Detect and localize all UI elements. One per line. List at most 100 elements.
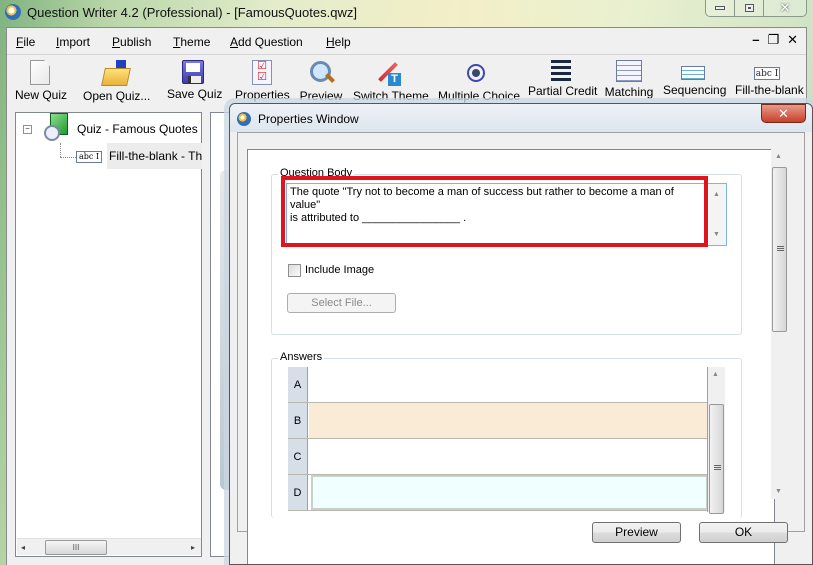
answers-legend: Answers	[278, 351, 325, 363]
tree-item-quiz[interactable]: Quiz - Famous Quotes	[77, 122, 198, 136]
scroll-thumb[interactable]	[709, 404, 724, 514]
question-body-scrollbar[interactable]: ▲ ▼	[709, 184, 726, 245]
minimize-icon	[715, 6, 725, 10]
toolbar-label: Save Quiz	[167, 87, 223, 101]
quiz-icon	[44, 113, 70, 143]
toolbar-label: Open Quiz...	[83, 89, 151, 103]
toolbar-label: Properties	[235, 88, 290, 102]
toolbar-label: Sequencing	[663, 83, 727, 97]
scroll-right-icon[interactable]: ▸	[191, 543, 195, 552]
multiple-choice-button[interactable]: Multiple Choice	[438, 60, 521, 104]
tree-horizontal-scrollbar[interactable]: ◂ III ▸	[17, 538, 201, 555]
toolbar-label: Multiple Choice	[438, 89, 521, 103]
magic-wand-icon	[375, 60, 401, 86]
tree-item-question[interactable]: Fill-the-blank - The quote	[107, 143, 202, 169]
dialog-app-icon	[237, 112, 251, 126]
save-quiz-button[interactable]: Save Quiz	[167, 60, 223, 104]
menu-label: ile	[23, 35, 36, 49]
text-field-icon: abc I	[754, 67, 780, 80]
magnifier-icon	[308, 60, 334, 86]
scroll-down-icon[interactable]: ▼	[713, 228, 720, 241]
toolbar: New Quiz Open Quiz... Save Quiz ☑ ☑ Proper…	[7, 56, 806, 104]
mdi-close-button[interactable]: ✕	[787, 32, 798, 48]
toolbar-label: Preview	[299, 89, 343, 103]
answer-cell[interactable]	[309, 439, 707, 474]
window-controls: ✕	[705, 0, 807, 17]
window-title: Question Writer 4.2 (Professional) - [Fa…	[27, 5, 357, 20]
scroll-up-icon[interactable]: ▲	[712, 371, 719, 378]
minimize-button[interactable]	[706, 0, 735, 16]
fill-the-blank-icon: abc I	[76, 151, 102, 163]
matching-button[interactable]: Matching	[604, 60, 654, 104]
properties-button[interactable]: ☑ ☑ Properties	[235, 60, 290, 104]
answer-key: C	[288, 439, 308, 474]
answer-cell[interactable]	[311, 475, 707, 510]
menu-publish[interactable]: Publish	[112, 35, 151, 49]
sequencing-button[interactable]: Sequencing	[663, 60, 727, 104]
new-quiz-button[interactable]: New Quiz	[15, 60, 68, 104]
scroll-thumb[interactable]: III	[45, 540, 107, 555]
toolbar-label: New Quiz	[15, 88, 68, 102]
scroll-left-icon[interactable]: ◂	[21, 543, 25, 552]
answer-row: D	[288, 475, 707, 511]
switch-theme-button[interactable]: Switch Theme	[353, 60, 429, 104]
menu-add-question[interactable]: Add Question	[230, 35, 303, 49]
partial-credit-button[interactable]: Partial Credit	[528, 60, 597, 104]
toolbar-label: Matching	[604, 85, 654, 99]
menu-theme[interactable]: Theme	[173, 35, 210, 49]
menu-bar: File Import Publish Theme Add Question H…	[7, 28, 806, 55]
maximize-icon	[744, 4, 754, 12]
dialog-title-bar[interactable]: Properties Window ✕	[230, 104, 812, 132]
menu-file[interactable]: File	[16, 35, 35, 49]
toolbar-label: Switch Theme	[353, 89, 429, 103]
answers-grid: A B C D	[288, 367, 708, 512]
menu-label: dd Question	[238, 35, 303, 49]
answer-cell[interactable]	[309, 403, 707, 438]
preview-dialog-button[interactable]: Preview	[592, 522, 681, 543]
answer-row: C	[288, 439, 707, 475]
dialog-close-button[interactable]: ✕	[761, 104, 806, 123]
menu-accel: P	[112, 35, 121, 49]
close-button[interactable]: ✕	[764, 0, 806, 16]
answer-row: A	[288, 367, 707, 403]
scroll-down-icon[interactable]: ▼	[775, 488, 782, 495]
answer-key: B	[288, 403, 308, 438]
grid-icon	[616, 60, 642, 82]
menu-label: mport	[59, 35, 91, 49]
menu-accel: A	[230, 35, 239, 49]
menu-label: ublish	[120, 35, 152, 49]
menu-help[interactable]: Help	[326, 35, 351, 49]
preview-button[interactable]: Preview	[299, 60, 343, 104]
collapse-toggle[interactable]: −	[23, 125, 32, 134]
title-bar: Question Writer 4.2 (Professional) - [Fa…	[0, 0, 813, 26]
answers-scrollbar[interactable]: ▲	[708, 367, 725, 514]
answer-cell[interactable]	[309, 367, 707, 402]
mdi-controls: – ❐ ✕	[752, 32, 798, 48]
answer-key: A	[288, 367, 308, 402]
fill-the-blank-button[interactable]: abc I Fill-the-blank	[735, 60, 804, 104]
select-file-button[interactable]: Select File...	[287, 293, 396, 313]
checklist-icon: ☑ ☑	[252, 60, 272, 85]
menu-label: heme	[180, 35, 211, 49]
include-image-checkbox[interactable]	[288, 264, 301, 277]
tree-connector	[60, 157, 76, 158]
maximize-button[interactable]	[735, 0, 764, 16]
radio-button-icon	[463, 60, 489, 86]
highlight-annotation	[281, 176, 708, 247]
mdi-minimize-button[interactable]: –	[752, 32, 759, 48]
answer-row: B	[288, 403, 707, 439]
menu-accel: H	[326, 35, 335, 49]
scroll-up-icon[interactable]: ▲	[775, 153, 782, 160]
scroll-thumb[interactable]	[772, 167, 787, 332]
mdi-restore-button[interactable]: ❐	[767, 32, 779, 48]
open-folder-icon	[102, 60, 128, 86]
scroll-up-icon[interactable]: ▲	[713, 188, 720, 201]
ok-button[interactable]: OK	[699, 522, 788, 543]
include-image-label[interactable]: Include Image	[305, 264, 374, 276]
open-quiz-button[interactable]: Open Quiz...	[83, 60, 151, 104]
properties-scrollbar[interactable]: ▲ ▼	[771, 149, 788, 499]
menu-import[interactable]: Import	[56, 35, 90, 49]
list-arrows-icon	[551, 60, 571, 81]
quiz-tree: − Quiz - Famous Quotes abc I Fill-the-bl…	[15, 112, 202, 557]
properties-dialog: Properties Window ✕ Question Body The qu…	[229, 103, 813, 565]
